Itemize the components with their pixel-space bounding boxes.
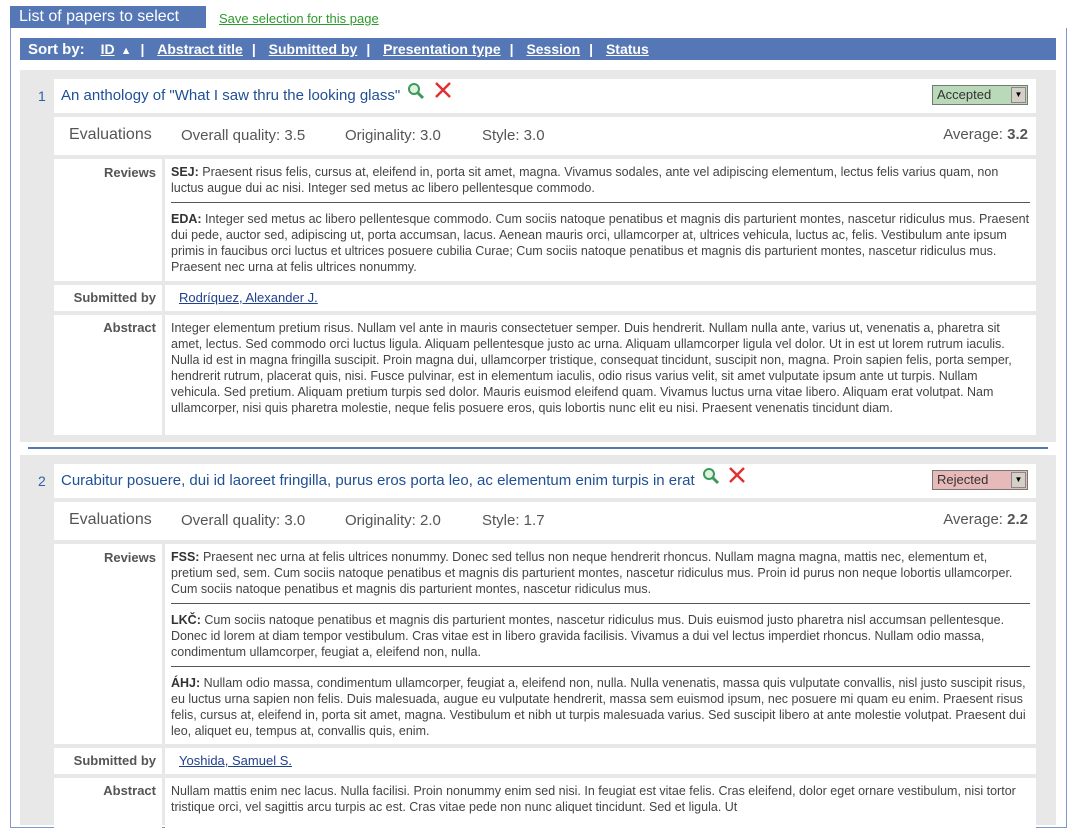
search-icon[interactable] (702, 464, 720, 498)
chevron-down-icon[interactable]: ▼ (1011, 472, 1026, 488)
sort-session-link[interactable]: Session (526, 41, 580, 57)
review-text: Cum sociis natoque penatibus et magnis d… (171, 613, 1005, 659)
reviewer-code: LKČ: (171, 613, 201, 627)
status-value: Rejected (937, 472, 989, 487)
review-text: Praesent nec urna at felis ultrices nonu… (171, 550, 1013, 596)
sort-presentation-type-link[interactable]: Presentation type (383, 41, 500, 57)
reviews-label: Reviews (54, 544, 162, 744)
status-select[interactable]: Rejected ▼ (932, 470, 1028, 490)
reviews-list: SEJ: Praesent risus felis, cursus at, el… (165, 159, 1036, 281)
evaluations-row: Evaluations Overall quality: 3.0 Origina… (54, 502, 1036, 540)
save-selection-link[interactable]: Save selection for this page (219, 11, 379, 26)
average-value: 2.2 (1007, 511, 1028, 528)
sort-abstract-title-link[interactable]: Abstract title (157, 41, 243, 57)
separator: | (251, 41, 256, 57)
status-select[interactable]: Accepted ▼ (932, 85, 1028, 105)
separator: | (509, 41, 514, 57)
average-label: Average: (943, 511, 1003, 528)
style: Style: 3.0 (482, 127, 545, 144)
submitted-by-label: Submitted by (54, 285, 162, 311)
reviewer-code: FSS: (171, 550, 200, 564)
paper-title-row: An anthology of "What I saw thru the loo… (54, 79, 1036, 113)
submitted-by-label: Submitted by (54, 748, 162, 774)
submitted-by-row: Yoshida, Samuel S. (165, 748, 1036, 774)
abstract-text: Integer elementum pretium risus. Nullam … (165, 315, 1036, 435)
chevron-down-icon[interactable]: ▼ (1011, 87, 1026, 103)
review-item: FSS: Praesent nec urna at felis ultrices… (171, 549, 1030, 603)
submitted-by-row: Rodríquez, Alexander J. (165, 285, 1036, 311)
review-text: Praesent risus felis, cursus at, eleifen… (171, 165, 999, 195)
review-item: ÁHJ: Nullam odio massa, condimentum ulla… (171, 666, 1030, 745)
abstract-text: Nullam mattis enim nec lacus. Nulla faci… (165, 778, 1036, 838)
author-link[interactable]: Yoshida, Samuel S. (179, 753, 292, 768)
review-text: Integer sed metus ac libero pellentesque… (171, 212, 1030, 274)
abstract-label: Abstract (54, 778, 162, 838)
separator: | (589, 41, 594, 57)
delete-icon[interactable] (727, 464, 747, 498)
sort-bar: Sort by: ID ▲ | Abstract title | Submitted … (20, 38, 1056, 60)
review-item: EDA: Integer sed metus ac libero pellent… (171, 202, 1030, 281)
sort-ascending-icon: ▲ (120, 45, 132, 57)
originality: Originality: 2.0 (345, 512, 441, 529)
delete-icon[interactable] (433, 79, 453, 113)
sort-label: Sort by: (28, 41, 85, 58)
paper-number: 2 (38, 473, 46, 489)
evaluations-row: Evaluations Overall quality: 3.5 Origina… (54, 117, 1036, 155)
page-header: List of papers to select Save selection … (0, 0, 1076, 28)
reviewer-code: EDA: (171, 212, 202, 226)
paper-divider (28, 447, 1048, 449)
overall-quality: Overall quality: 3.5 (181, 127, 306, 144)
reviewer-code: ÁHJ: (171, 676, 201, 690)
style: Style: 1.7 (482, 512, 545, 529)
search-icon[interactable] (407, 79, 425, 113)
reviewer-code: SEJ: (171, 165, 199, 179)
page-title: List of papers to select (10, 6, 206, 28)
paper-title-row: Curabitur posuere, dui id laoreet fringi… (54, 464, 1036, 498)
paper-card: 1 An anthology of "What I saw thru the l… (20, 70, 1056, 442)
separator: | (366, 41, 371, 57)
author-link[interactable]: Rodríquez, Alexander J. (179, 290, 318, 305)
paper-card: 2 Curabitur posuere, dui id laoreet frin… (20, 455, 1056, 838)
separator: | (140, 41, 145, 57)
abstract-label: Abstract (54, 315, 162, 435)
average: Average: 2.2 (943, 503, 1028, 537)
overall-quality: Overall quality: 3.0 (181, 512, 306, 529)
originality: Originality: 3.0 (345, 127, 441, 144)
paper-title[interactable]: An anthology of "What I saw thru the loo… (61, 87, 400, 104)
paper-number: 1 (38, 88, 46, 104)
evaluations-label: Evaluations (69, 511, 152, 528)
review-item: LKČ: Cum sociis natoque penatibus et mag… (171, 603, 1030, 666)
reviews-list: FSS: Praesent nec urna at felis ultrices… (165, 544, 1036, 744)
review-item: SEJ: Praesent risus felis, cursus at, el… (171, 164, 1030, 202)
sort-status-link[interactable]: Status (606, 41, 649, 57)
average-value: 3.2 (1007, 126, 1028, 143)
status-value: Accepted (937, 87, 992, 102)
evaluations-label: Evaluations (69, 126, 152, 143)
sort-id-link[interactable]: ID (101, 41, 115, 57)
average-label: Average: (943, 126, 1003, 143)
paper-title[interactable]: Curabitur posuere, dui id laoreet fringi… (61, 472, 695, 489)
sort-submitted-by-link[interactable]: Submitted by (269, 41, 358, 57)
review-text: Nullam odio massa, condimentum ullamcorp… (171, 676, 1026, 738)
reviews-label: Reviews (54, 159, 162, 281)
average: Average: 3.2 (943, 118, 1028, 152)
